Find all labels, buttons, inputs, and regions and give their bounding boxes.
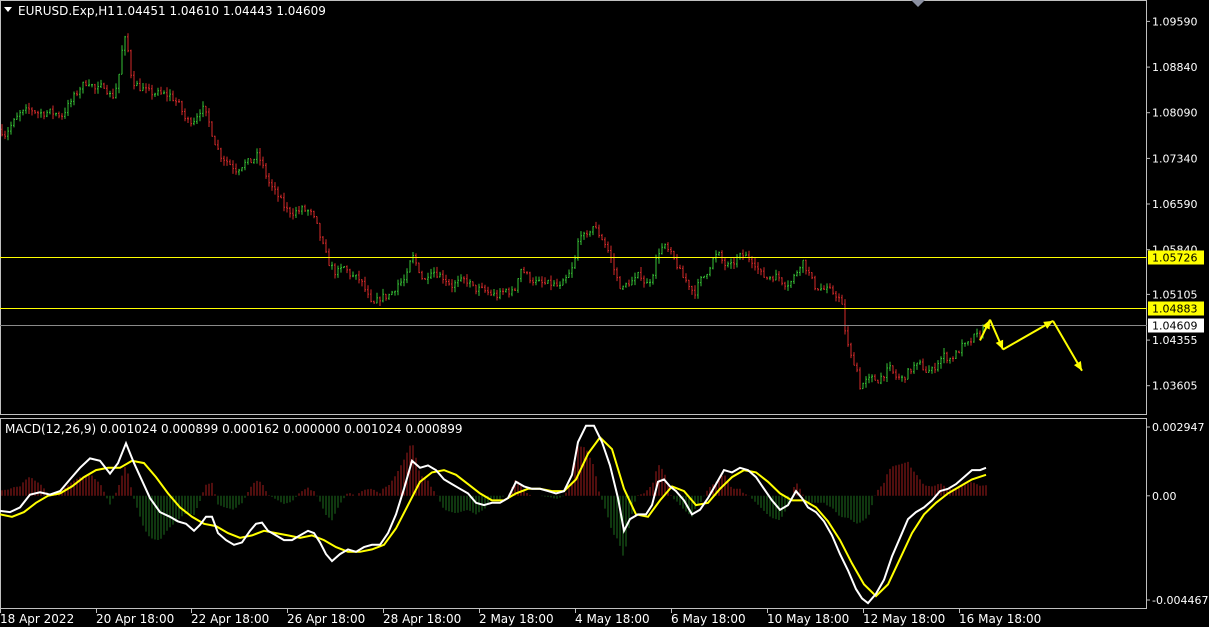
time-tick-label: 12 May 18:00 [863, 612, 945, 626]
chart-background [0, 0, 1209, 627]
time-tick-label: 18 Apr 2022 [0, 612, 74, 626]
level-price-text: 1.04609 [1152, 320, 1198, 333]
symbol-label: EURUSD.Exp,H1 [18, 4, 115, 18]
macd-tick-label: -0.004467 [1152, 594, 1208, 607]
level-price-text: 1.05726 [1152, 252, 1198, 265]
time-tick-label: 16 May 18:00 [959, 612, 1041, 626]
price-tick-label: 1.06590 [1152, 198, 1198, 211]
time-axis: 18 Apr 2022 20 Apr 18:00 22 Apr 18:00 26 Ap… [0, 609, 1041, 626]
time-tick-label: 22 Apr 18:00 [191, 612, 269, 626]
macd-tick-label: 0.002947 [1152, 421, 1205, 434]
price-tick-label: 1.08090 [1152, 107, 1198, 120]
time-tick-label: 26 Apr 18:00 [287, 612, 365, 626]
price-tick-label: 1.04355 [1152, 334, 1198, 347]
time-tick-label: 2 May 18:00 [479, 612, 554, 626]
price-tick-label: 1.03605 [1152, 380, 1198, 393]
level-price-text: 1.04883 [1152, 303, 1198, 316]
price-tick-label: 1.09590 [1152, 15, 1198, 28]
time-tick-label: 10 May 18:00 [767, 612, 849, 626]
macd-tick-label: 0.00 [1152, 490, 1177, 503]
time-tick-label: 20 Apr 18:00 [96, 612, 174, 626]
price-tick-label: 1.07340 [1152, 152, 1198, 165]
price-axis: 1.095901.088401.080901.073401.065901.058… [1146, 15, 1198, 393]
macd-title: MACD(12,26,9) 0.001024 0.000899 0.000162… [5, 422, 463, 436]
time-tick-label: 28 Apr 18:00 [383, 612, 461, 626]
time-tick-label: 6 May 18:00 [671, 612, 746, 626]
time-tick-label: 4 May 18:00 [575, 612, 650, 626]
chart-canvas[interactable]: 1.095901.088401.080901.073401.065901.058… [0, 0, 1209, 627]
ohlc-values: 1.04451 1.04610 1.04443 1.04609 [116, 4, 326, 18]
price-tick-label: 1.05105 [1152, 288, 1198, 301]
price-tick-label: 1.08840 [1152, 61, 1198, 74]
